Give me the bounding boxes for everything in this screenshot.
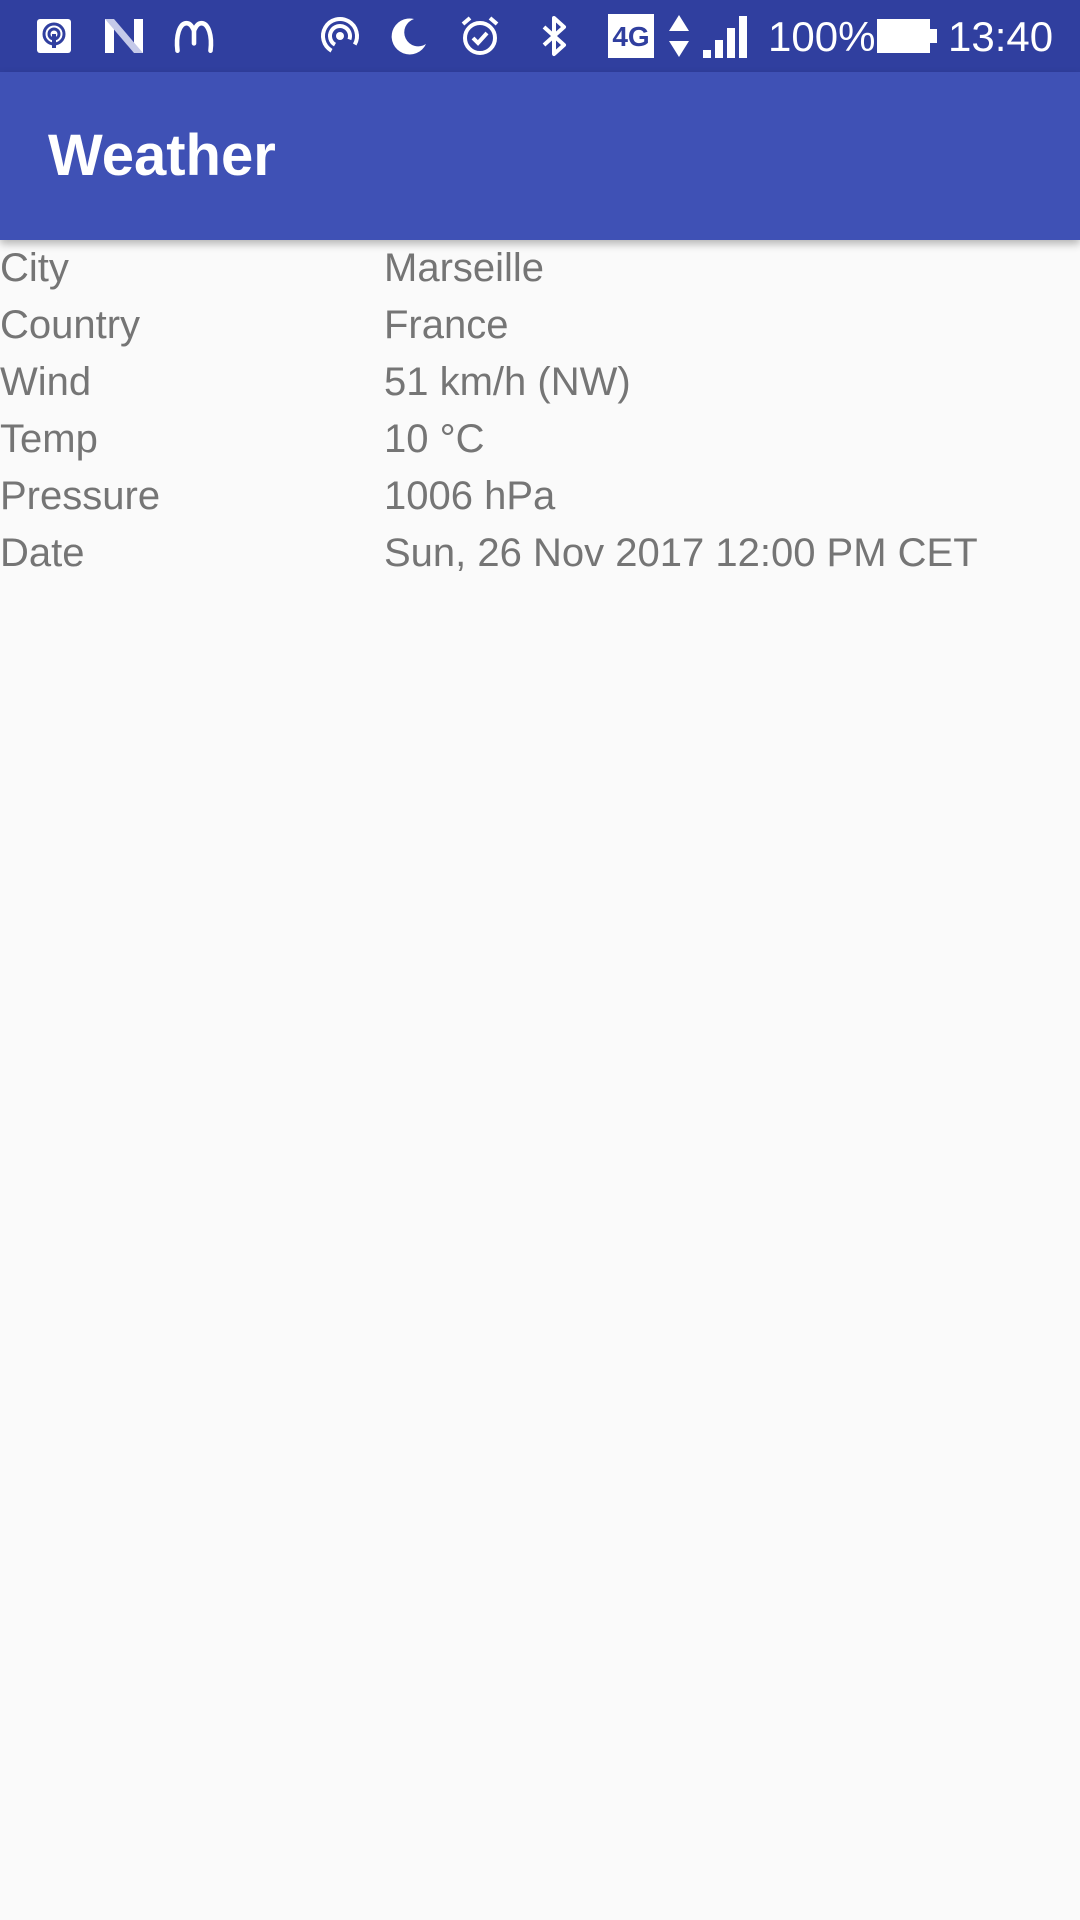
app-title: Weather <box>48 123 276 188</box>
pressure-label: Pressure <box>0 474 161 518</box>
weather-row-date: Date Sun, 26 Nov 2017 12:00 PM CET <box>0 525 1080 582</box>
country-value: France <box>384 303 509 347</box>
podcast-cast-icon <box>32 14 76 58</box>
bluetooth-icon <box>532 14 576 58</box>
city-label: City <box>0 246 69 290</box>
battery-icon <box>876 14 938 58</box>
pressure-value: 1006 hPa <box>384 474 556 518</box>
moon-icon <box>386 14 430 58</box>
signal-icon <box>700 14 752 58</box>
alarm-icon <box>458 14 502 58</box>
hotspot-icon <box>318 14 362 58</box>
temp-label: Temp <box>0 417 98 461</box>
country-label: Country <box>0 303 141 347</box>
temp-value: 10 °C <box>384 417 485 461</box>
n-app-icon <box>102 14 146 58</box>
weather-row-wind: Wind 51 km/h (NW) <box>0 354 1080 411</box>
weather-row-temp: Temp 10 °C <box>0 411 1080 468</box>
wind-label: Wind <box>0 360 92 404</box>
status-bar: 4G 100% 13:40 <box>0 0 1080 72</box>
date-value: Sun, 26 Nov 2017 12:00 PM CET <box>384 531 978 575</box>
data-arrows-icon <box>664 14 694 58</box>
wind-value: 51 km/h (NW) <box>384 360 631 404</box>
app-bar: Weather <box>0 72 1080 240</box>
city-value: Marseille <box>384 246 545 290</box>
network-type-label: 4G <box>612 21 649 52</box>
battery-percent: 100% <box>768 13 876 60</box>
date-label: Date <box>0 531 85 575</box>
weather-row-country: Country France <box>0 297 1080 354</box>
weather-row-city: City Marseille <box>0 240 1080 297</box>
4g-icon: 4G <box>606 14 656 58</box>
mastodon-icon <box>172 14 216 58</box>
weather-row-pressure: Pressure 1006 hPa <box>0 468 1080 525</box>
status-time: 13:40 <box>948 13 1054 60</box>
weather-details: City Marseille Country France Wind 51 km… <box>0 240 1080 582</box>
